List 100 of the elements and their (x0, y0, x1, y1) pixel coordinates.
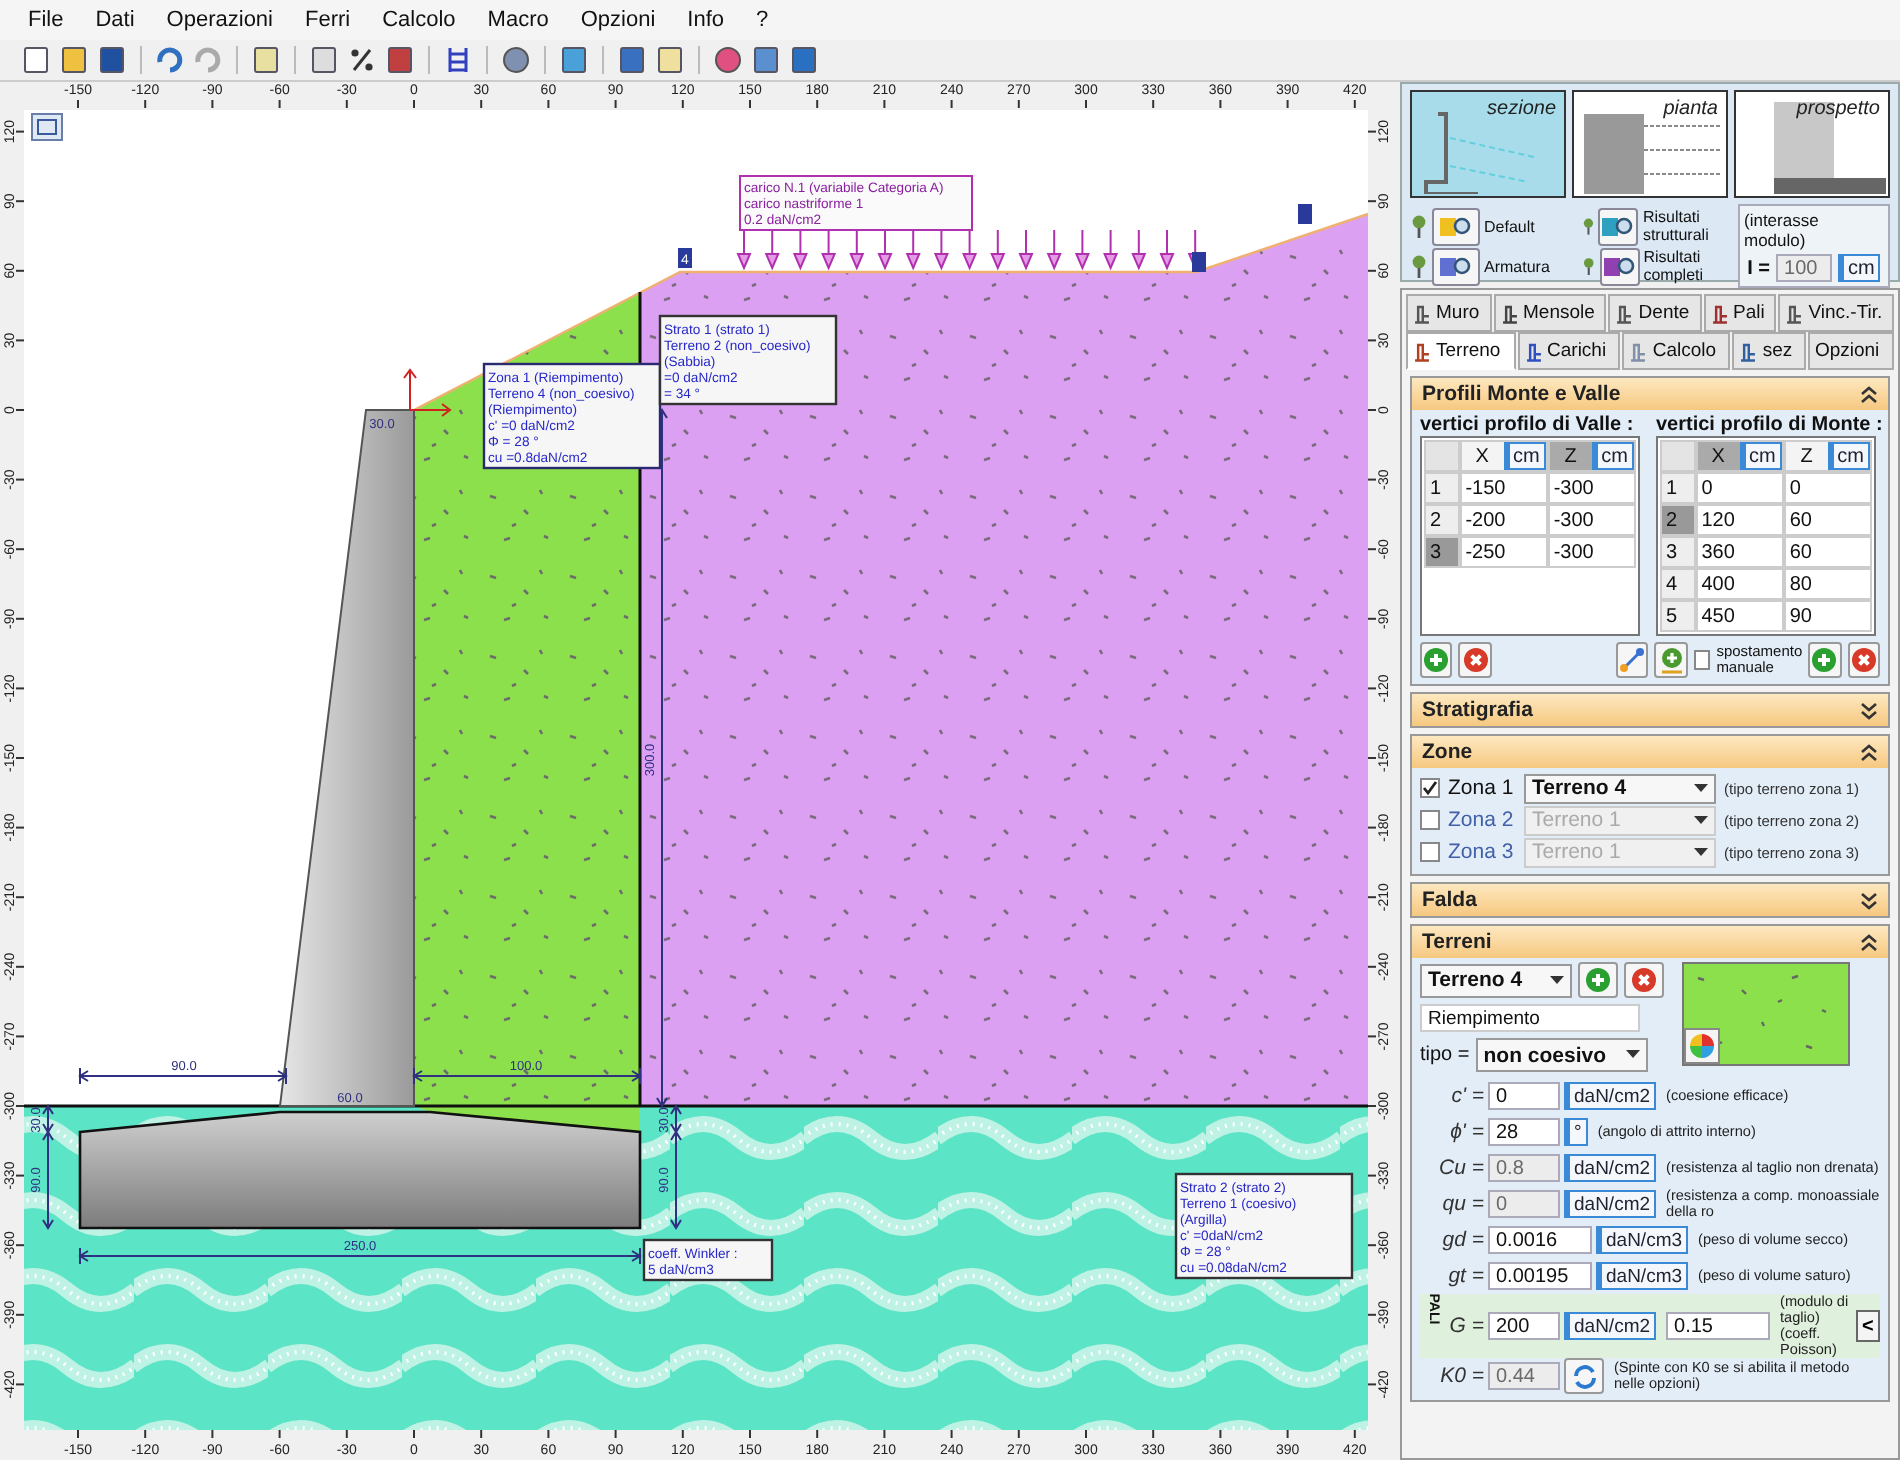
section-header[interactable]: Falda (1412, 884, 1888, 916)
add-button[interactable] (1808, 642, 1842, 678)
preset-label: Default (1484, 217, 1535, 235)
unit-label: daN/cm3 (1596, 1262, 1689, 1290)
row-header[interactable]: 5 (1660, 600, 1696, 632)
tab[interactable]: sez (1732, 332, 1807, 370)
tab[interactable]: Carichi (1517, 332, 1621, 370)
soil-name-field[interactable]: Riempimento (1420, 1004, 1640, 1032)
delete-button[interactable] (1847, 642, 1880, 678)
vertex-marker[interactable] (678, 248, 692, 268)
zoom-fit-icon[interactable] (31, 113, 63, 141)
row-header[interactable]: 4 (1660, 568, 1696, 600)
vertex-marker-icon[interactable] (1192, 252, 1206, 272)
spacing-field[interactable]: 100 (1776, 254, 1833, 282)
menu-item[interactable]: Operazioni (150, 8, 289, 32)
view-thumbnail[interactable]: pianta (1572, 90, 1728, 198)
unit-label: cm (1503, 442, 1546, 470)
column-header[interactable]: Z cm (1547, 440, 1636, 472)
menu-item[interactable]: Info (671, 8, 741, 32)
preset-button[interactable] (1598, 207, 1639, 245)
value-field[interactable]: 0.00195 (1488, 1262, 1592, 1290)
value-field[interactable]: 0.15 (1666, 1312, 1771, 1340)
undo-icon[interactable] (154, 44, 186, 76)
menu-item[interactable]: Calcolo (366, 8, 472, 32)
percent-icon[interactable] (346, 44, 378, 76)
menu-item[interactable]: Ferri (289, 8, 367, 32)
menu-item[interactable]: File (12, 8, 80, 32)
delete-button[interactable] (1624, 962, 1664, 998)
soil-dropdown[interactable]: Terreno 4 (1524, 773, 1716, 803)
collapse-icon[interactable] (1860, 933, 1878, 951)
tab[interactable]: Calcolo (1622, 332, 1731, 370)
expand-icon[interactable] (1860, 701, 1878, 719)
tab[interactable]: Mensole (1493, 294, 1607, 332)
menu-item[interactable]: Dati (79, 8, 151, 32)
row-header[interactable]: 1 (1424, 472, 1460, 504)
value-field[interactable]: 0 (1488, 1082, 1560, 1110)
unit-label: daN/cm2 (1564, 1190, 1657, 1218)
vertex-marker-icon[interactable] (1298, 204, 1312, 224)
expand-icon[interactable] (1860, 891, 1878, 909)
collapse-icon[interactable] (1860, 743, 1878, 761)
color-picker-button[interactable] (1684, 1028, 1720, 1064)
collapse-icon[interactable] (1860, 385, 1878, 403)
row-header[interactable]: 2 (1424, 504, 1460, 536)
section-header[interactable]: Terreni (1412, 926, 1888, 958)
delete-button[interactable] (1458, 642, 1492, 678)
column-header[interactable]: X cm (1459, 440, 1548, 472)
refresh-button[interactable] (1564, 1358, 1604, 1394)
add-button[interactable] (1578, 962, 1618, 998)
column-label: Z (1562, 445, 1579, 467)
column-label: X (1709, 445, 1727, 467)
collapse-button[interactable]: < (1855, 1310, 1880, 1342)
unit-label: daN/cm3 (1596, 1226, 1689, 1254)
row-header[interactable]: 2 (1660, 504, 1696, 536)
value-field[interactable]: 200 (1488, 1312, 1560, 1340)
table-cell: 60 (1783, 536, 1872, 568)
row-header[interactable]: 3 (1660, 536, 1696, 568)
preset-button[interactable] (1432, 207, 1480, 245)
soil-type-dropdown[interactable]: non coesivo (1475, 1038, 1648, 1072)
caret-icon (1694, 815, 1708, 825)
section-header[interactable]: Profili Monte e Valle (1412, 378, 1888, 410)
section-header[interactable]: Zone (1412, 736, 1888, 768)
add-button[interactable] (1420, 642, 1453, 678)
view-thumbnail[interactable]: sezione (1410, 90, 1566, 198)
soil-dropdown[interactable]: Terreno 4 (1420, 963, 1572, 997)
parameter-label: gt = (1446, 1264, 1484, 1288)
annotation-box (642, 1238, 774, 1282)
checkbox[interactable] (1420, 778, 1440, 798)
preset-button[interactable] (1432, 247, 1480, 285)
insert-point-button[interactable] (1654, 642, 1688, 678)
pin-icon[interactable] (1582, 254, 1596, 278)
menu-item[interactable]: ? (740, 8, 785, 32)
field-label: tipo = (1420, 1044, 1470, 1066)
pin-icon[interactable] (1410, 214, 1428, 238)
column-label: X (1473, 445, 1491, 467)
tab[interactable]: Opzioni (1808, 332, 1894, 370)
preset-button[interactable] (1599, 247, 1640, 285)
value-field[interactable]: 0.0016 (1488, 1226, 1592, 1254)
pin-icon[interactable] (1410, 254, 1428, 278)
table-cell: 360 (1695, 536, 1784, 568)
tab[interactable]: Dente (1608, 294, 1702, 332)
tab[interactable]: Pali (1703, 294, 1777, 332)
menu-item[interactable]: Opzioni (564, 8, 672, 32)
vertex-table[interactable]: X cm Z cm 1 -150 -300 2 -200 -300 3 -250 -300 (1420, 436, 1640, 636)
row-header[interactable]: 1 (1660, 472, 1696, 504)
menu-item[interactable]: Macro (471, 8, 565, 32)
tab[interactable]: Terreno (1406, 332, 1516, 370)
tab[interactable]: Muro (1406, 294, 1492, 332)
value-field[interactable]: 28 (1488, 1118, 1560, 1146)
column-header[interactable]: X cm (1695, 440, 1784, 472)
section-header[interactable]: Stratigrafia (1412, 694, 1888, 726)
row-header[interactable]: 3 (1424, 536, 1460, 568)
checkbox[interactable] (1693, 650, 1711, 670)
connect-points-button[interactable] (1615, 642, 1649, 678)
column-header[interactable]: Z cm (1783, 440, 1872, 472)
pin-icon[interactable] (1582, 214, 1595, 238)
vertex-table[interactable]: X cm Z cm 1 0 0 2 120 60 3 360 60 4 400 80 5 450 90 (1656, 436, 1876, 636)
preset-label: Risultati strutturali (1642, 208, 1711, 244)
tab[interactable]: Vinc.-Tir. (1778, 294, 1895, 332)
view-thumbnail[interactable]: prospetto (1734, 90, 1890, 198)
table-cell: 0 (1783, 472, 1872, 504)
